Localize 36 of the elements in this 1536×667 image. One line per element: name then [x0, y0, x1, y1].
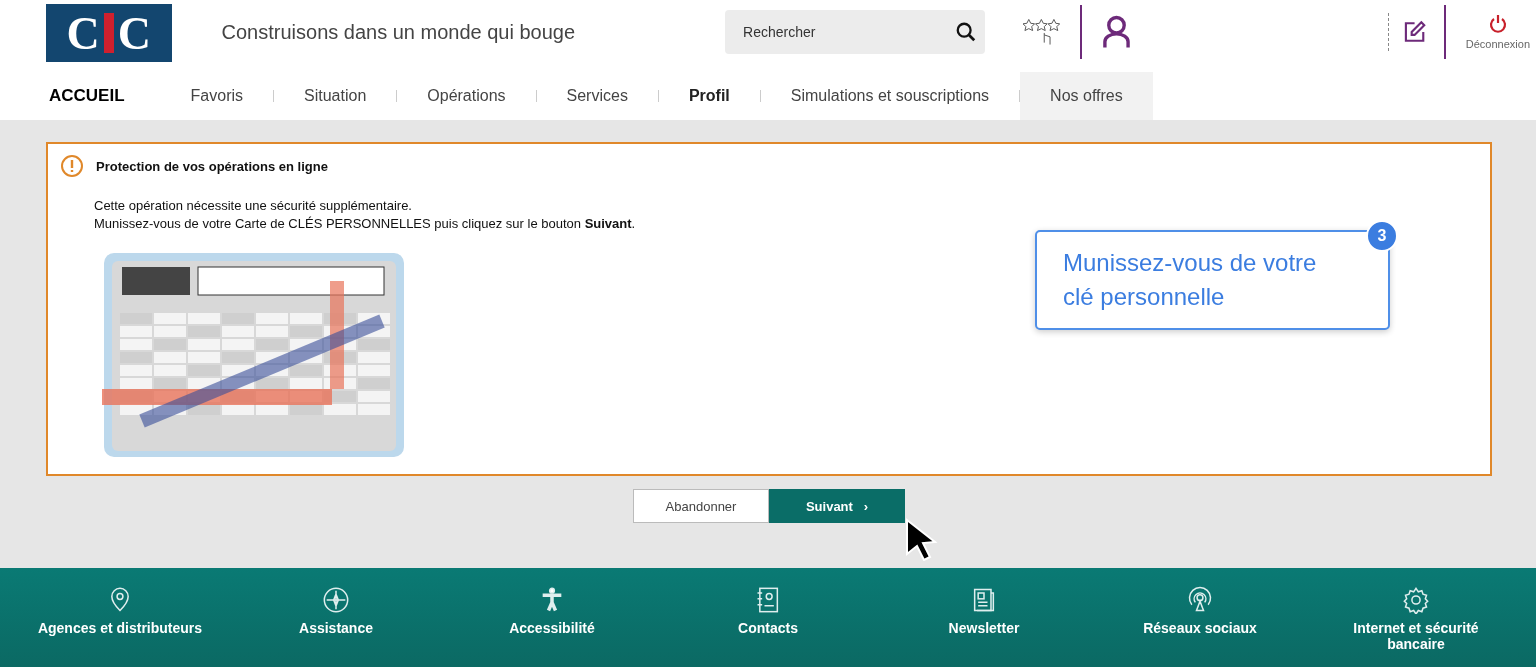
compass-icon [322, 586, 350, 614]
step-badge: 3 [1366, 220, 1398, 252]
nav-tab[interactable]: Opérations [397, 72, 536, 120]
user-icon[interactable] [1101, 15, 1131, 49]
footer-link[interactable]: Accessibilité [462, 568, 642, 667]
logout-button[interactable]: Déconnexion [1459, 13, 1536, 51]
search-field[interactable]: Rechercher [725, 10, 986, 54]
nav-tab[interactable]: Favoris [160, 72, 273, 120]
alert-text: Cette opération nécessite une sécurité supplémentaire. [94, 197, 413, 215]
nav-tab[interactable]: Situation [274, 72, 397, 120]
warning-icon [60, 154, 84, 178]
gear-icon [1402, 586, 1430, 614]
cancel-button[interactable]: Abandonner [633, 489, 769, 523]
footer-link[interactable]: Agences et distributeurs [30, 568, 210, 667]
bank-logo[interactable]: C C [46, 4, 172, 62]
nav-tab[interactable]: Profil [658, 72, 760, 120]
cursor-icon [904, 517, 940, 561]
edit-icon[interactable] [1402, 20, 1426, 44]
alert-title: Protection de vos opérations en ligne [96, 158, 328, 174]
footer-link[interactable]: Assistance [246, 568, 426, 667]
signal-icon [1186, 586, 1214, 614]
footer-link[interactable]: Contacts [678, 568, 858, 667]
search-icon [955, 21, 978, 43]
home-link[interactable]: ACCUEIL [49, 86, 125, 106]
footer-link[interactable]: Réseaux sociaux [1110, 568, 1290, 667]
power-icon [1487, 14, 1508, 34]
nav-tab[interactable]: Nos offres [1020, 72, 1153, 120]
alert-text: Munissez-vous de votre Carte de CLÉS PERSONNELLES puis cliquez sur le bouton Suivant. [94, 215, 636, 233]
footer-link[interactable]: Internet et sécurité bancaire [1326, 568, 1506, 667]
next-button[interactable]: Suivant › [769, 489, 905, 523]
nav-tab[interactable]: Simulations et souscriptions [760, 72, 1020, 120]
stars-icon[interactable] [1023, 17, 1060, 47]
footer-link[interactable]: Newsletter [894, 568, 1074, 667]
nav-tab[interactable]: Services [536, 72, 658, 120]
callout-text: Munissez-vous de votre clé personnelle [1063, 248, 1318, 312]
tagline: Construisons dans un monde qui bouge [221, 20, 577, 44]
